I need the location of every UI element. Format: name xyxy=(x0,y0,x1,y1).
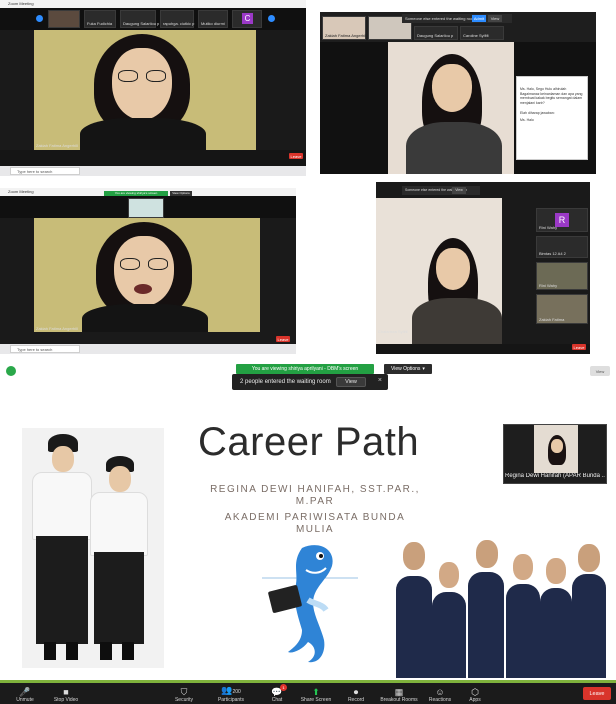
security-button[interactable]: ⛉ Security xyxy=(170,683,198,704)
windows-taskbar: Type here to search xyxy=(0,166,306,176)
participant-count: 200 xyxy=(232,689,241,695)
people-icon: 👥 xyxy=(221,685,233,695)
chat-message: Elah diharap jawaban: xyxy=(520,111,555,115)
avatar-thumbnail[interactable]: C xyxy=(232,10,262,28)
leave-button[interactable]: Leave xyxy=(572,344,586,350)
thumbnail-strip: Fuka Fudichia Daugung Salarilou p rapuhg… xyxy=(0,8,306,30)
thumbnail[interactable]: rapuhga. ciutkic p xyxy=(160,10,194,28)
main-video-label: Zakiah Fatima Angerhill xyxy=(36,326,78,331)
chef-students-photo xyxy=(22,428,164,668)
chevron-down-icon: ▾ xyxy=(422,366,425,372)
windows-taskbar: Type here to search xyxy=(0,344,296,354)
thumbnail[interactable] xyxy=(48,10,80,28)
window-titlebar: Zoom Meeting xyxy=(0,0,306,8)
apps-button[interactable]: ⬡ Apps xyxy=(464,683,486,704)
prev-page-icon[interactable] xyxy=(36,15,43,22)
thumbnail[interactable]: Fuka Fudichia xyxy=(84,10,116,28)
thumbnail[interactable]: Bimtas 12 A4 2 xyxy=(536,236,588,258)
thumbnail[interactable]: Daugung Salarilou p xyxy=(414,26,458,40)
slide-title: Career Path xyxy=(198,420,420,464)
shield-icon: ⛉ xyxy=(180,687,188,697)
waiting-room-toast: Someone else entered the waiting room Vi… xyxy=(402,186,480,195)
thumbnail[interactable]: Rini Wahy xyxy=(536,262,588,290)
waiting-room-toast: 2 people entered the waiting room View × xyxy=(232,374,388,390)
next-page-icon[interactable] xyxy=(268,15,275,22)
main-video xyxy=(388,42,514,174)
view-waiting-button[interactable]: View xyxy=(336,377,366,387)
chat-panel[interactable]: Ms. Halo, Sego Hulu alhirulah Bagaimanaz… xyxy=(516,76,588,160)
staff-group-photo xyxy=(388,536,610,678)
view-toggle-button[interactable]: View xyxy=(590,366,610,376)
screenshot-collage: Zoom Meeting Fuka Fudichia Daugung Salar… xyxy=(0,0,616,704)
share-banner: You are viewing shiriya aprilyani - DBM'… xyxy=(236,364,374,374)
leave-button[interactable]: Leave xyxy=(276,336,290,342)
main-video: Zakiah Fatima Angerhill xyxy=(34,30,256,150)
main-video-label: Chalarissa Sylfifi xyxy=(378,329,408,334)
chat-message: Ms. Halo, Sego Hulu alhirulah Bagaimanaz… xyxy=(520,87,583,105)
tie-row xyxy=(388,606,610,610)
admit-button[interactable]: Admit xyxy=(472,15,486,22)
zoom-window-2: Zakiah Fatima Angerhill Daugung Salarilo… xyxy=(320,12,596,174)
search-input[interactable]: Type here to search xyxy=(10,167,80,175)
unmute-button[interactable]: 🎤 Unmute xyxy=(12,683,38,704)
mic-muted-icon: 🎤 xyxy=(19,687,31,697)
close-icon[interactable]: × xyxy=(378,377,382,384)
side-strip: R Rini Wahy Bimtas 12 A4 2 Rini Wahy Zak… xyxy=(536,208,588,328)
record-button[interactable]: ⏺ Record xyxy=(344,683,368,704)
control-bar xyxy=(0,150,306,166)
waiting-room-toast: Someone else entered the waiting room Ad… xyxy=(402,14,512,23)
record-icon: ⏺ xyxy=(353,687,359,697)
thumbnail[interactable]: Daugung Salarilou p xyxy=(120,10,159,28)
main-video: Chalarissa Sylfifi xyxy=(376,198,502,344)
video-icon: ■ xyxy=(63,687,69,697)
avatar: R xyxy=(555,213,569,227)
zoom-status-icon xyxy=(6,366,16,376)
control-bar xyxy=(376,344,590,354)
main-video-label: Zakiah Fatima Angerhill xyxy=(36,143,78,148)
view-button[interactable]: View xyxy=(452,187,466,194)
leave-button[interactable]: Leave xyxy=(583,687,611,700)
thumbnail[interactable]: Mutiko diurmi xyxy=(198,10,228,28)
share-icon: ⬆ xyxy=(312,687,320,697)
thumbnail[interactable]: Zakiah Fatima Angerhill xyxy=(322,16,367,40)
reactions-button[interactable]: ☺ Reactions xyxy=(426,683,454,704)
chat-badge: 1 xyxy=(280,684,287,691)
thumbnail[interactable]: Zakiah Fatima xyxy=(536,294,588,324)
view-button[interactable]: View xyxy=(488,15,502,22)
self-view-label: Regina Dewi Hanifah (APAR Bunda ... xyxy=(505,473,605,479)
thumbnail[interactable] xyxy=(128,198,164,218)
open-mouth xyxy=(134,284,152,294)
thumbnail[interactable]: Caroline Sylfifi xyxy=(460,26,504,40)
thumbnail-strip xyxy=(0,196,296,218)
zoom-window-3: Zoom Meeting You are viewing shiriya's s… xyxy=(0,188,296,354)
zoom-window-1: Zoom Meeting Fuka Fudichia Daugung Salar… xyxy=(0,0,306,176)
search-input[interactable]: Type here to search xyxy=(10,345,80,353)
chat-message: Ms. Halo xyxy=(520,118,534,122)
dolphin-pupil xyxy=(319,554,323,558)
stop-video-button[interactable]: ■ Stop Video xyxy=(50,683,82,704)
main-video: Zakiah Fatima Angerhill xyxy=(34,218,260,332)
participants-button[interactable]: 👥200 Participants xyxy=(214,683,248,704)
institution-name: AKADEMI PARIWISATA BUNDA MULIA xyxy=(224,512,406,535)
waiting-room-text: 2 people entered the waiting room xyxy=(240,379,331,385)
dolphin-mascot xyxy=(262,545,358,663)
breakout-rooms-button[interactable]: ▦ Breakout Rooms xyxy=(378,683,420,704)
avatar-thumbnail[interactable]: R Rini Wahy xyxy=(536,208,588,232)
share-screen-button[interactable]: ⬆ Share Screen xyxy=(298,683,334,704)
avatar: C xyxy=(242,13,253,24)
presenter-name: REGINA DEWI HANIFAH, SST.PAR., M.PAR xyxy=(210,484,420,507)
smile-icon: ☺ xyxy=(435,687,445,697)
grid-icon: ▦ xyxy=(394,687,404,697)
leave-button[interactable]: Leave xyxy=(289,153,303,159)
view-options-button[interactable]: View Options ▾ xyxy=(384,364,432,374)
zoom-window-4: Someone else entered the waiting room Vi… xyxy=(376,182,590,354)
apps-icon: ⬡ xyxy=(471,687,479,697)
